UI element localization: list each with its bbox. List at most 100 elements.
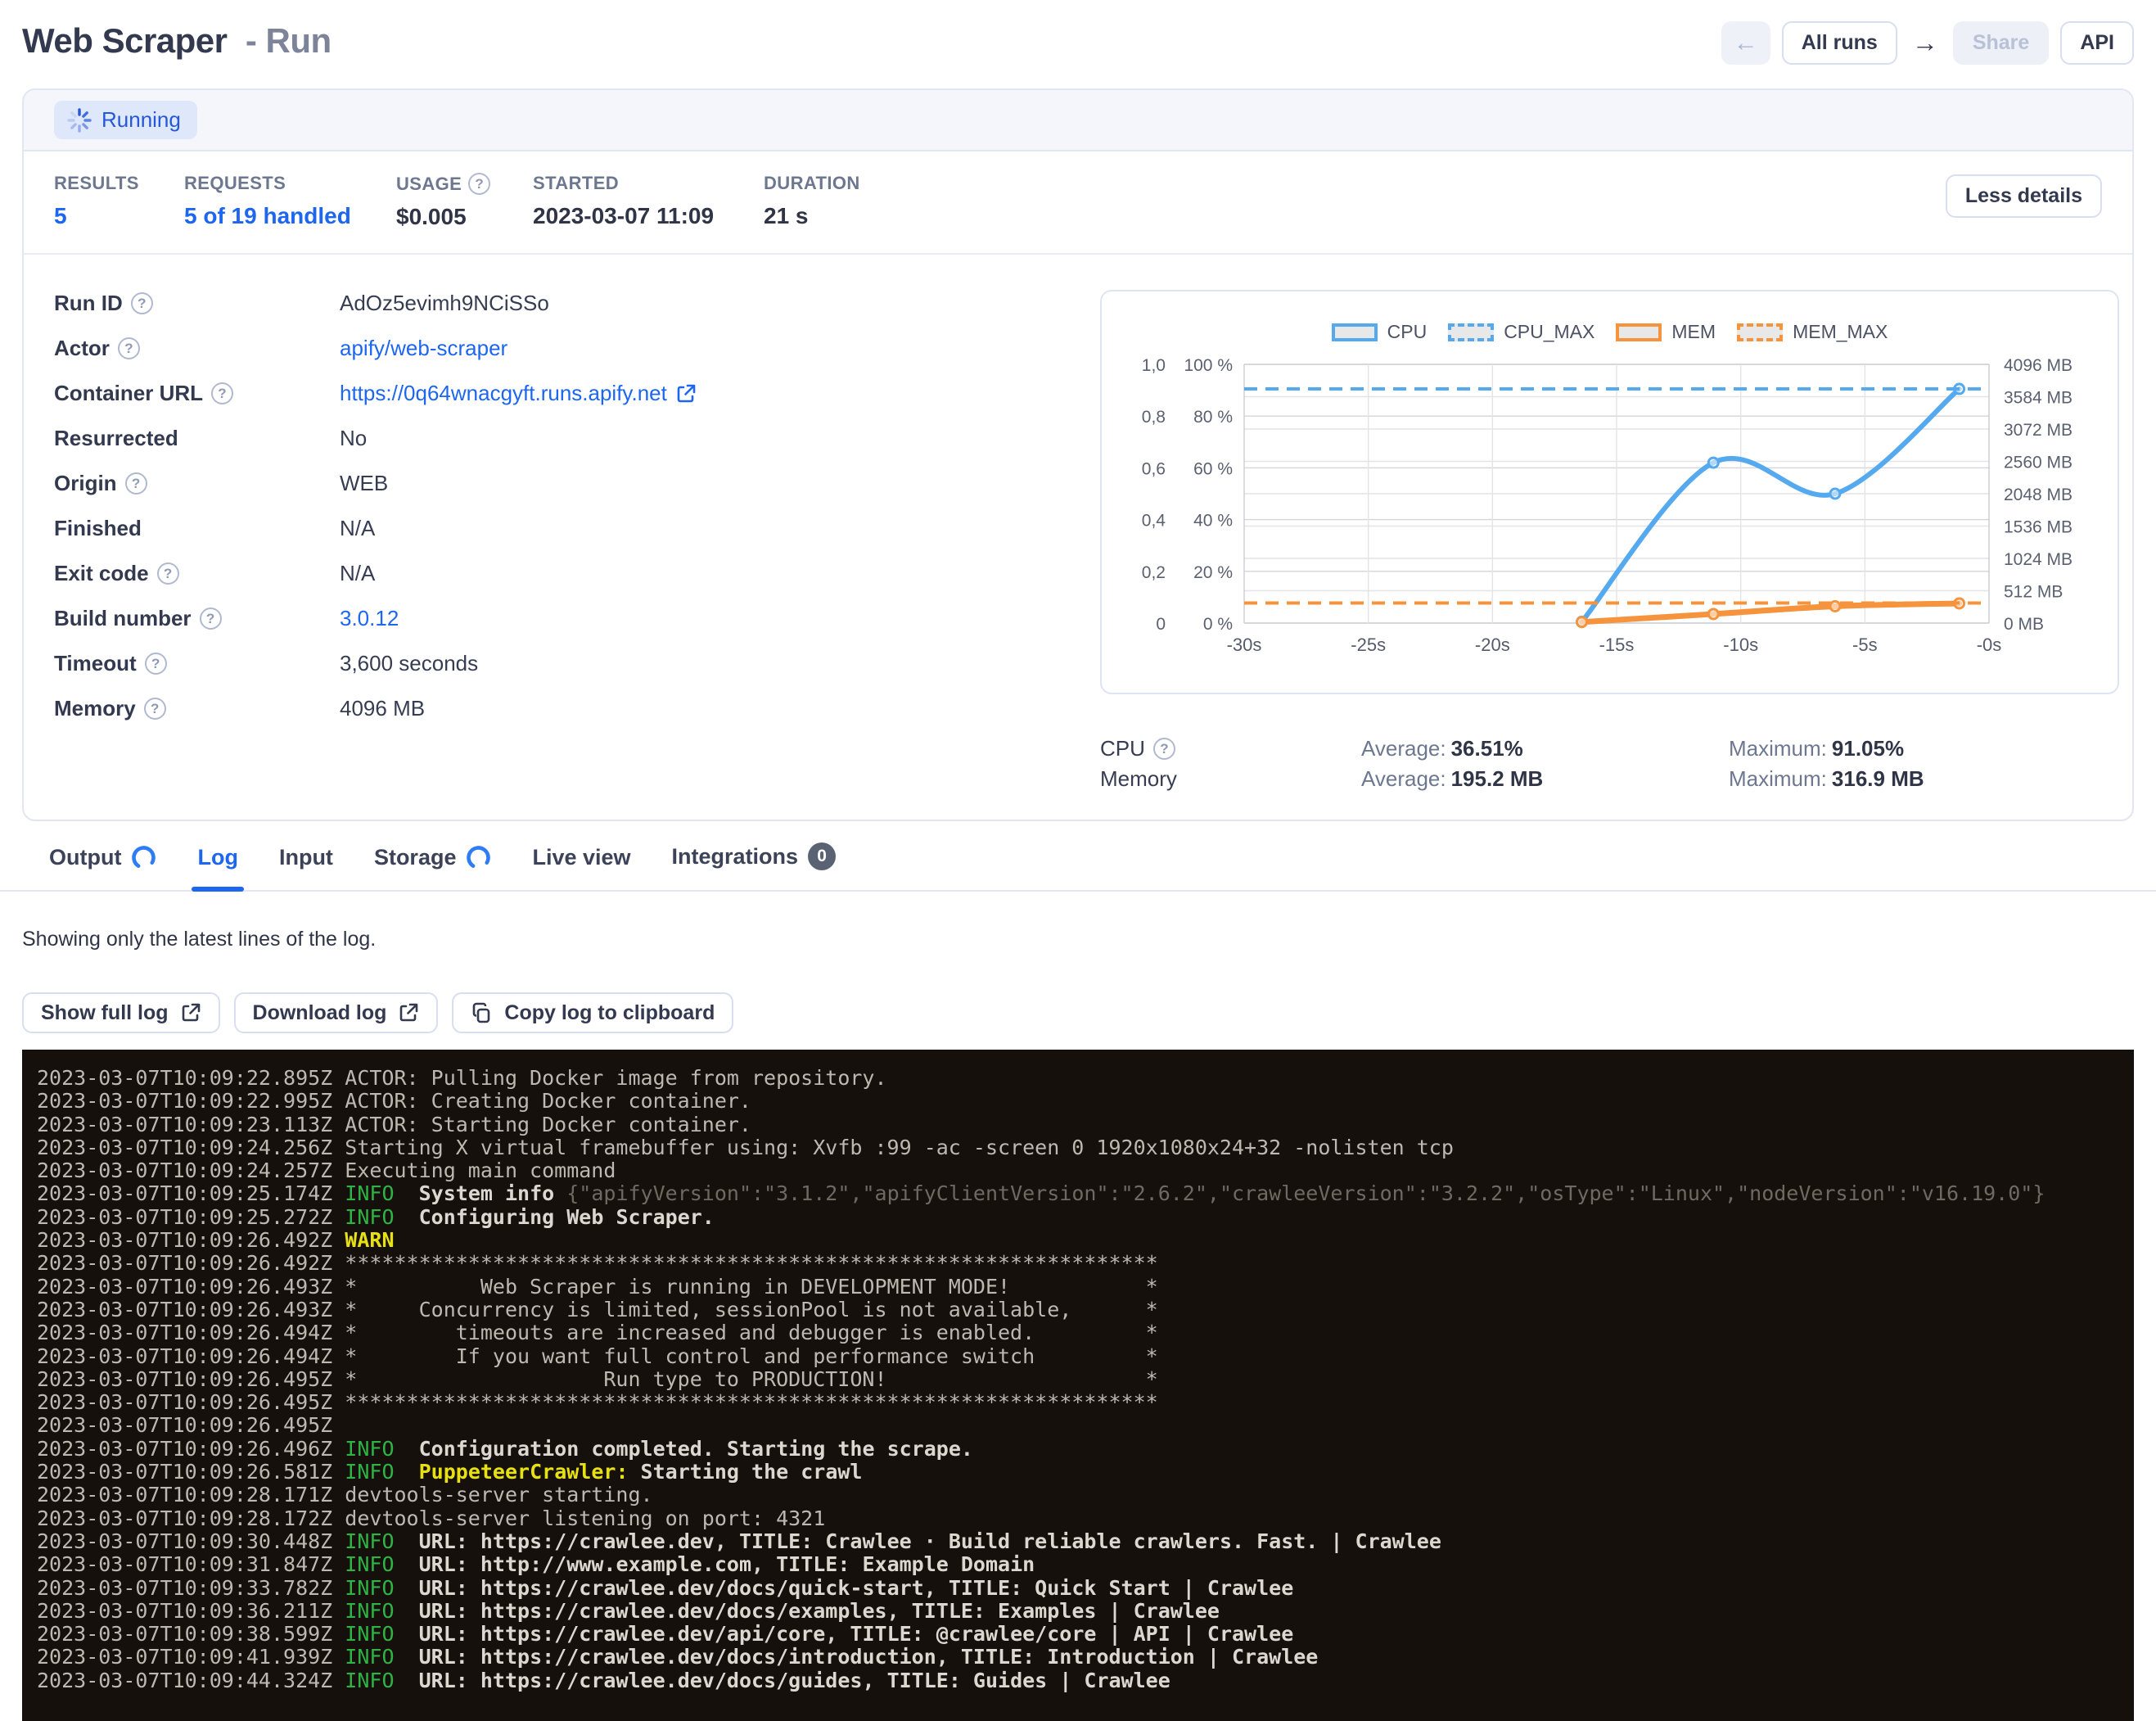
detail-label-text: Exit code bbox=[54, 561, 149, 586]
right-axis-label: 2048 MB bbox=[2004, 486, 2073, 504]
detail-value[interactable]: 3.0.12 bbox=[340, 606, 399, 631]
detail-row: ResurrectedNo bbox=[54, 416, 1077, 461]
usage-summary-row: CPU?Average:36.51%Maximum:91.05% bbox=[1100, 734, 2119, 764]
left-axis-percent-label: 60 % bbox=[1193, 459, 1233, 478]
log-line: 2023-03-07T10:09:26.495Z * Run type to P… bbox=[37, 1368, 2134, 1391]
detail-row: Memory?4096 MB bbox=[54, 686, 1077, 731]
detail-label: Build number? bbox=[54, 606, 340, 631]
detail-value-text: https://0q64wnacgyft.runs.apify.net bbox=[340, 381, 667, 406]
share-button[interactable]: Share bbox=[1953, 21, 2049, 65]
all-runs-button[interactable]: All runs bbox=[1782, 21, 1897, 65]
right-axis-label: 3584 MB bbox=[2004, 389, 2073, 408]
help-icon: ? bbox=[157, 562, 179, 585]
left-axis-percent-label: 20 % bbox=[1193, 563, 1233, 582]
copy-icon bbox=[471, 1002, 493, 1024]
detail-label: Run ID? bbox=[54, 291, 340, 316]
detail-value-text: AdOz5evimh9NCiSSo bbox=[340, 291, 549, 316]
less-details-button[interactable]: Less details bbox=[1946, 174, 2102, 218]
detail-value[interactable]: apify/web-scraper bbox=[340, 336, 507, 361]
log-line: 2023-03-07T10:09:25.174Z INFO System inf… bbox=[37, 1182, 2134, 1205]
log-line: 2023-03-07T10:09:38.599Z INFO URL: https… bbox=[37, 1623, 2134, 1646]
log-line: 2023-03-07T10:09:44.324Z INFO URL: https… bbox=[37, 1669, 2134, 1692]
tab-input[interactable]: Input bbox=[259, 845, 354, 890]
right-axis-label: 1536 MB bbox=[2004, 518, 2073, 537]
left-axis-percent-label: 80 % bbox=[1193, 408, 1233, 427]
stat-value[interactable]: 5 of 19 handled bbox=[184, 203, 380, 229]
usage-maximum: Maximum:316.9 MB bbox=[1729, 766, 2096, 792]
usage-maximum-label: Maximum: bbox=[1729, 766, 1827, 791]
page-title: Web Scraper - Run bbox=[22, 21, 332, 61]
usage-name: CPU? bbox=[1100, 736, 1361, 761]
help-icon: ? bbox=[468, 173, 490, 195]
log-terminal[interactable]: 2023-03-07T10:09:22.895Z ACTOR: Pulling … bbox=[22, 1050, 2134, 1721]
log-line: 2023-03-07T10:09:33.782Z INFO URL: https… bbox=[37, 1577, 2134, 1600]
detail-label-text: Actor bbox=[54, 336, 110, 361]
status-badge-label: Running bbox=[101, 107, 181, 133]
detail-value-text: N/A bbox=[340, 561, 375, 586]
detail-row: Build number?3.0.12 bbox=[54, 596, 1077, 641]
stats-row: RESULTS5REQUESTS5 of 19 handledUSAGE?$0.… bbox=[24, 151, 2132, 255]
stat-label-text: RESULTS bbox=[54, 173, 139, 194]
detail-label: Finished bbox=[54, 516, 340, 541]
help-icon: ? bbox=[200, 608, 222, 630]
detail-value: WEB bbox=[340, 471, 388, 496]
tab-log[interactable]: Log bbox=[177, 845, 258, 890]
next-run-button[interactable]: → bbox=[1909, 28, 1942, 58]
detail-row: FinishedN/A bbox=[54, 506, 1077, 551]
detail-label-text: Timeout bbox=[54, 651, 137, 676]
tab-integrations[interactable]: Integrations0 bbox=[652, 842, 857, 890]
log-line: 2023-03-07T10:09:26.492Z WARN bbox=[37, 1229, 2134, 1252]
detail-label-text: Origin bbox=[54, 471, 117, 496]
tab-live-view[interactable]: Live view bbox=[512, 845, 651, 890]
detail-label: Origin? bbox=[54, 471, 340, 496]
detail-value-text: 4096 MB bbox=[340, 696, 425, 721]
arrow-left-icon: ← bbox=[1734, 29, 1758, 57]
button-copy-log-to-clipboard[interactable]: Copy log to clipboard bbox=[452, 992, 733, 1033]
button-show-full-log[interactable]: Show full log bbox=[22, 992, 220, 1033]
run-status-bar: Running bbox=[24, 90, 2132, 151]
stat-column: REQUESTS5 of 19 handled bbox=[184, 173, 396, 230]
detail-row: Exit code?N/A bbox=[54, 551, 1077, 596]
detail-label: Exit code? bbox=[54, 561, 340, 586]
x-axis-label: -20s bbox=[1475, 635, 1510, 655]
detail-value-text: No bbox=[340, 426, 367, 451]
log-line: 2023-03-07T10:09:41.939Z INFO URL: https… bbox=[37, 1646, 2134, 1669]
detail-label: Resurrected bbox=[54, 426, 340, 451]
x-axis-label: -10s bbox=[1723, 635, 1758, 655]
stat-value[interactable]: 5 bbox=[54, 203, 168, 229]
help-icon: ? bbox=[145, 653, 167, 675]
detail-value: AdOz5evimh9NCiSSo bbox=[340, 291, 549, 316]
right-axis-label: 4096 MB bbox=[2004, 356, 2073, 375]
x-axis-label: -15s bbox=[1599, 635, 1635, 655]
right-axis-label: 3072 MB bbox=[2004, 421, 2073, 440]
usage-maximum-label: Maximum: bbox=[1729, 736, 1827, 761]
button-label: Show full log bbox=[41, 1001, 169, 1025]
detail-value: 4096 MB bbox=[340, 696, 425, 721]
stat-column: RESULTS 5 bbox=[54, 173, 184, 230]
tab-label: Log bbox=[197, 845, 237, 870]
help-icon: ? bbox=[125, 472, 147, 495]
spinner-arc-icon bbox=[131, 845, 156, 870]
tab-label: Live view bbox=[532, 845, 630, 870]
right-axis-label: 1024 MB bbox=[2004, 550, 2073, 569]
tab-storage[interactable]: Storage bbox=[354, 845, 512, 890]
button-download-log[interactable]: Download log bbox=[234, 992, 439, 1033]
button-label: Download log bbox=[253, 1001, 387, 1025]
log-line: 2023-03-07T10:09:22.895Z ACTOR: Pulling … bbox=[37, 1067, 2134, 1090]
left-axis-scale-label: 0,2 bbox=[1142, 563, 1166, 582]
help-icon: ? bbox=[1153, 738, 1175, 760]
external-link-icon[interactable] bbox=[675, 383, 697, 404]
tab-output[interactable]: Output bbox=[22, 845, 177, 890]
detail-label-text: Run ID bbox=[54, 291, 123, 316]
api-button[interactable]: API bbox=[2060, 21, 2134, 65]
log-line: 2023-03-07T10:09:26.495Z ***************… bbox=[37, 1391, 2134, 1414]
detail-value[interactable]: https://0q64wnacgyft.runs.apify.net bbox=[340, 381, 697, 406]
help-icon: ? bbox=[144, 698, 166, 720]
stat-label-text: STARTED bbox=[533, 173, 619, 194]
top-bar: Web Scraper - Run ← All runs → Share API bbox=[0, 0, 2156, 85]
log-notice: Showing only the latest lines of the log… bbox=[22, 928, 2134, 951]
usage-average-value: 195.2 MB bbox=[1451, 766, 1544, 791]
previous-run-button[interactable]: ← bbox=[1721, 21, 1770, 65]
detail-value-text: 3,600 seconds bbox=[340, 651, 478, 676]
log-actions: Show full log Download log Copy log to cli… bbox=[22, 992, 2134, 1033]
